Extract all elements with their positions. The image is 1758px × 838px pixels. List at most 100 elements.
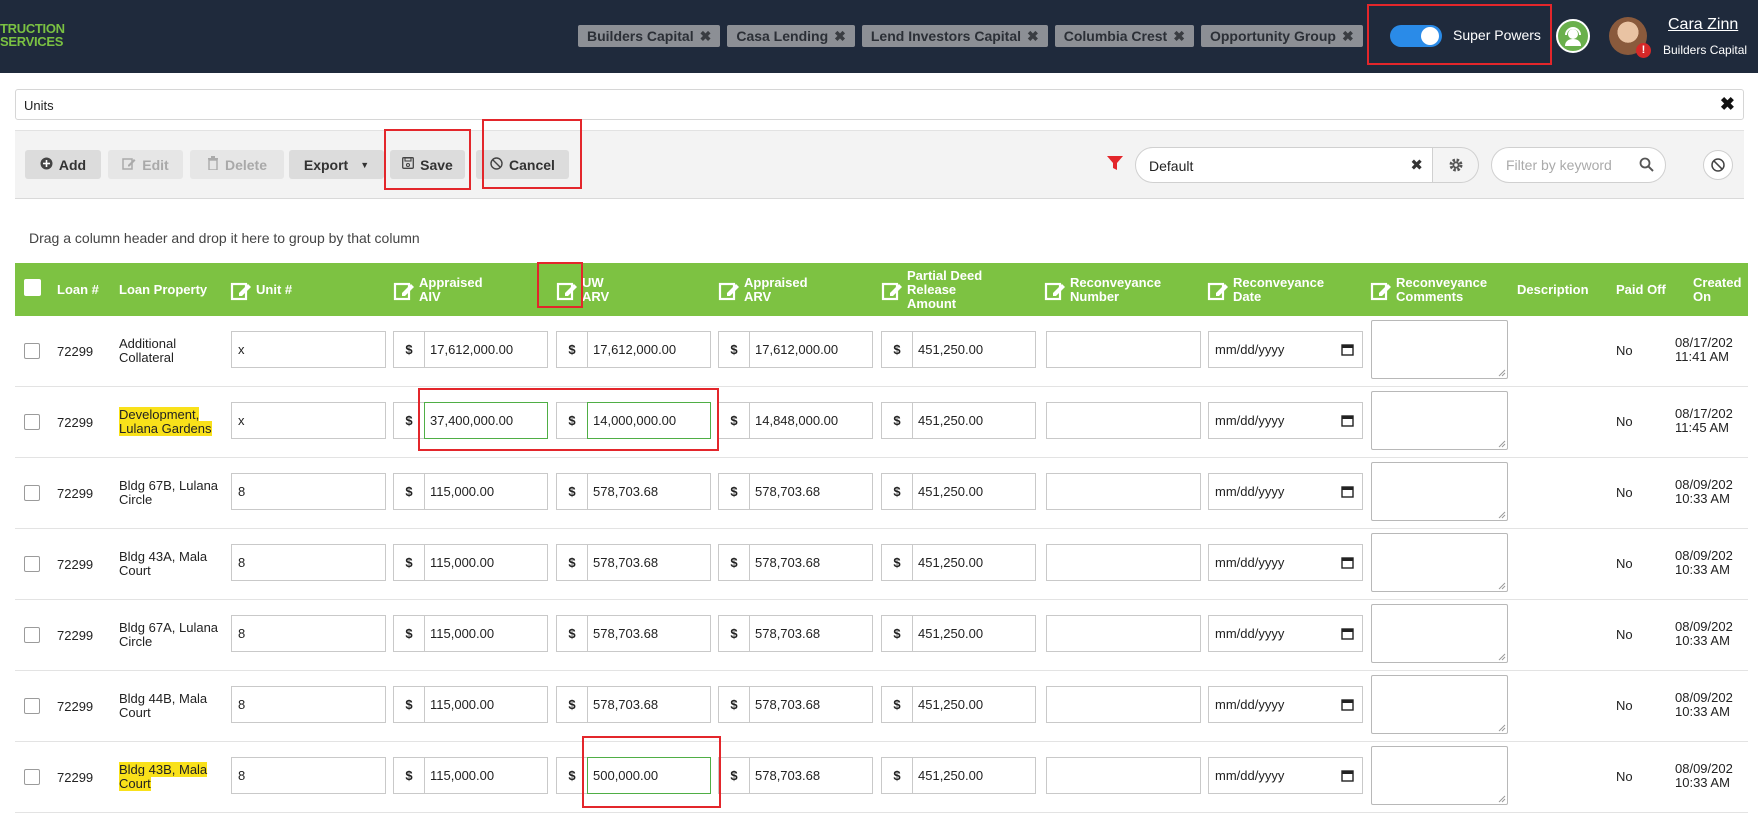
amount-field[interactable]: 451,250.00 [912,544,1036,581]
column-header-reconveyance-date[interactable]: Reconveyance Date [1207,263,1347,316]
appraised-aiv-input[interactable]: $17,612,000.00 [393,331,548,368]
amount-field[interactable]: 578,703.68 [749,473,873,510]
amount-field[interactable]: 17,612,000.00 [424,331,548,368]
amount-field[interactable]: 578,703.68 [587,615,711,652]
amount-field[interactable]: 578,703.68 [587,544,711,581]
reconveyance-date-input[interactable]: mm/dd/yyyy [1208,331,1363,368]
table-row[interactable]: 72299 Bldg 43A, Mala Court 8 $115,000.00 $578… [15,529,1748,600]
unit-number-input[interactable]: x [231,331,386,368]
unit-number-input[interactable]: 8 [231,473,386,510]
reconveyance-number-input[interactable] [1046,757,1201,794]
column-header-description[interactable]: Description [1517,263,1597,316]
uw-arv-input[interactable]: $17,612,000.00 [556,331,711,368]
reconveyance-date-input[interactable]: mm/dd/yyyy [1208,544,1363,581]
saved-view-select[interactable]: Default ✖ [1135,147,1433,183]
unit-number-input[interactable]: 8 [231,686,386,723]
appraised-arv-input[interactable]: $17,612,000.00 [718,331,873,368]
remove-chip-icon[interactable]: ✖ [834,28,846,44]
resize-grip-icon[interactable] [1498,795,1506,803]
select-all-checkbox[interactable] [24,279,41,296]
reconveyance-comments-textarea[interactable] [1371,746,1508,805]
column-header-appraised-arv[interactable]: Appraised ARV [718,263,848,316]
search-icon[interactable] [1639,157,1654,172]
amount-field[interactable]: 115,000.00 [424,757,548,794]
view-settings-button[interactable] [1433,147,1479,183]
uw-arv-input[interactable]: $578,703.68 [556,473,711,510]
table-row[interactable]: 72299 Bldg 43B, Mala Court 8 $115,000.00 $500… [15,742,1748,813]
edit-button[interactable]: Edit [108,150,183,179]
remove-chip-icon[interactable]: ✖ [1027,28,1039,44]
partial-deed-input[interactable]: $451,250.00 [881,615,1036,652]
amount-field[interactable]: 451,250.00 [912,402,1036,439]
amount-field[interactable]: 451,250.00 [912,615,1036,652]
resize-grip-icon[interactable] [1498,582,1506,590]
reconveyance-number-input[interactable] [1046,473,1201,510]
remove-chip-icon[interactable]: ✖ [1173,28,1185,44]
lender-chip[interactable]: Lend Investors Capital ✖ [861,25,1048,47]
amount-field[interactable]: 17,612,000.00 [587,331,711,368]
amount-field[interactable]: 451,250.00 [912,473,1036,510]
appraised-aiv-input[interactable]: $115,000.00 [393,615,548,652]
amount-field[interactable]: 451,250.00 [912,331,1036,368]
partial-deed-input[interactable]: $451,250.00 [881,402,1036,439]
reconveyance-comments-textarea[interactable] [1371,675,1508,734]
appraised-arv-input[interactable]: $578,703.68 [718,473,873,510]
appraised-aiv-input[interactable]: $115,000.00 [393,544,548,581]
row-checkbox[interactable] [24,343,40,359]
column-header-property[interactable]: Loan Property [119,263,219,316]
uw-arv-input[interactable]: $578,703.68 [556,544,711,581]
unit-number-input[interactable]: 8 [231,615,386,652]
reconveyance-comments-textarea[interactable] [1371,462,1508,521]
delete-button[interactable]: Delete [190,150,284,179]
reconveyance-comments-textarea[interactable] [1371,320,1508,379]
amount-field[interactable]: 115,000.00 [424,544,548,581]
reconveyance-number-input[interactable] [1046,331,1201,368]
column-header-loan[interactable]: Loan # [57,263,115,316]
keyword-filter-input[interactable] [1506,157,1636,173]
reconveyance-date-input[interactable]: mm/dd/yyyy [1208,473,1363,510]
lender-chip[interactable]: Builders Capital ✖ [578,25,721,47]
appraised-aiv-input[interactable]: $115,000.00 [393,757,548,794]
partial-deed-input[interactable]: $451,250.00 [881,544,1036,581]
calendar-icon[interactable] [1341,627,1354,640]
reconveyance-date-input[interactable]: mm/dd/yyyy [1208,402,1363,439]
amount-field[interactable]: 115,000.00 [424,686,548,723]
table-row[interactable]: 72299 Development, Lulana Gardens x $37,400,… [15,387,1748,458]
row-checkbox[interactable] [24,556,40,572]
row-checkbox[interactable] [24,414,40,430]
amount-field[interactable]: 578,703.68 [749,544,873,581]
column-header-created-on[interactable]: Created On [1693,263,1748,316]
appraised-aiv-input[interactable]: $115,000.00 [393,686,548,723]
super-powers-toggle[interactable] [1390,25,1442,47]
company-logo[interactable]: TRUCTION SERVICES [0,22,65,48]
amount-field[interactable]: 578,703.68 [587,473,711,510]
amount-field[interactable]: 578,703.68 [587,686,711,723]
amount-field[interactable]: 17,612,000.00 [749,331,873,368]
reconveyance-number-input[interactable] [1046,402,1201,439]
resize-grip-icon[interactable] [1498,724,1506,732]
partial-deed-input[interactable]: $451,250.00 [881,686,1036,723]
lender-chip[interactable]: Columbia Crest ✖ [1054,25,1194,47]
clear-filters-button[interactable] [1703,150,1733,180]
amount-field[interactable]: 451,250.00 [912,757,1036,794]
calendar-icon[interactable] [1341,698,1354,711]
amount-field[interactable]: 115,000.00 [424,615,548,652]
resize-grip-icon[interactable] [1498,440,1506,448]
calendar-icon[interactable] [1341,556,1354,569]
add-button[interactable]: Add [25,150,101,179]
partial-deed-input[interactable]: $451,250.00 [881,757,1036,794]
appraised-arv-input[interactable]: $578,703.68 [718,757,873,794]
column-header-partial-deed[interactable]: Partial Deed Release Amount [881,263,1011,316]
resize-grip-icon[interactable] [1498,511,1506,519]
reconveyance-comments-textarea[interactable] [1371,533,1508,592]
filter-funnel-icon[interactable] [1106,154,1124,172]
resize-grip-icon[interactable] [1498,653,1506,661]
calendar-icon[interactable] [1341,414,1354,427]
column-header-paid-off[interactable]: Paid Off [1616,263,1676,316]
remove-chip-icon[interactable]: ✖ [700,28,712,44]
lender-chip[interactable]: Casa Lending ✖ [727,25,855,47]
reconveyance-number-input[interactable] [1046,615,1201,652]
row-checkbox[interactable] [24,627,40,643]
clear-view-icon[interactable]: ✖ [1410,156,1423,174]
amount-field[interactable]: 115,000.00 [424,473,548,510]
